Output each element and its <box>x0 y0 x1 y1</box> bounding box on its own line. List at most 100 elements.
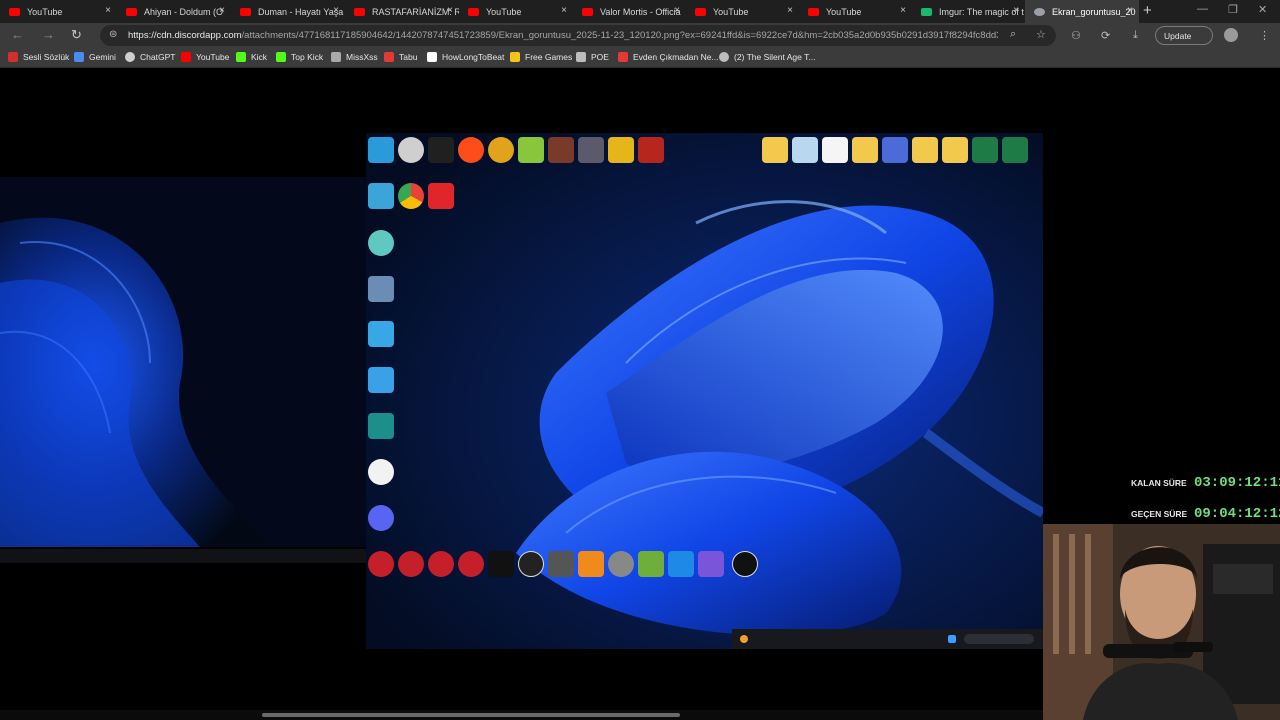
close-tab-icon[interactable]: × <box>674 5 680 16</box>
new-tab-plus-icon[interactable]: + <box>1143 2 1152 19</box>
bookmark-item[interactable]: Tabu <box>384 52 417 62</box>
search-icon[interactable] <box>964 634 1034 644</box>
desktop-icon[interactable] <box>398 551 424 589</box>
download-icon[interactable]: ⤓ <box>1133 29 1138 42</box>
browser-tab[interactable]: YouTube × <box>799 0 912 23</box>
close-tab-icon[interactable]: × <box>900 5 906 16</box>
bookmark-item[interactable]: Sesli Sözlük <box>8 52 69 62</box>
browser-tab[interactable]: YouTube × <box>686 0 799 23</box>
desktop-icon[interactable] <box>972 137 998 175</box>
desktop-icon[interactable] <box>942 137 968 175</box>
zoom-icon[interactable]: ⌕ <box>1010 28 1016 41</box>
desktop-icon[interactable] <box>398 183 424 221</box>
desktop-icon[interactable] <box>548 551 574 589</box>
minimize-icon[interactable]: — <box>1197 3 1208 15</box>
bookmark-icon <box>8 52 18 62</box>
desktop-icon[interactable] <box>578 551 604 589</box>
maximize-icon[interactable]: ❐ <box>1228 3 1238 16</box>
close-tab-icon[interactable]: × <box>105 5 111 16</box>
extensions-icon[interactable]: ⚇ <box>1071 29 1081 42</box>
bookmark-item[interactable]: Kick <box>236 52 267 62</box>
reload-icon[interactable]: ↻ <box>71 27 82 43</box>
bookmark-item[interactable]: MissXss <box>331 52 378 62</box>
desktop-icon[interactable] <box>698 551 724 589</box>
desktop-icon[interactable] <box>912 137 938 175</box>
desktop-icon[interactable] <box>368 183 394 221</box>
browser-toolbar: ← → ↻ ⊜ https://cdn.discordapp.com/attac… <box>0 23 1280 48</box>
desktop-icon[interactable] <box>368 551 394 589</box>
bookmark-item[interactable]: Top Kick <box>276 52 323 62</box>
browser-tab[interactable]: Imgur: The magic of t × <box>912 0 1025 23</box>
forward-arrow-icon[interactable]: → <box>42 27 55 42</box>
desktop-icon[interactable] <box>792 137 818 175</box>
close-tab-icon[interactable]: × <box>447 5 453 16</box>
desktop-icon[interactable] <box>368 230 394 268</box>
horizontal-scrollbar[interactable] <box>0 710 1043 720</box>
desktop-icon[interactable] <box>762 137 788 175</box>
desktop-icon[interactable] <box>1002 137 1028 175</box>
game-launcher-icon <box>428 551 454 577</box>
browser-tab-active[interactable]: Ekran_goruntusu_20 × <box>1025 0 1139 23</box>
bookmark-item[interactable]: HowLongToBeat <box>427 52 504 62</box>
desktop-icon[interactable] <box>428 183 454 221</box>
bookmark-item[interactable]: (2) The Silent Age T... <box>719 52 815 62</box>
desktop-icon[interactable] <box>458 551 484 589</box>
screenshot-image[interactable] <box>0 133 1043 649</box>
browser-tab[interactable]: Valor Mortis - Officia × <box>573 0 686 23</box>
desktop-icon[interactable] <box>368 321 394 359</box>
desktop-icon[interactable] <box>488 551 514 589</box>
browser-tab[interactable]: YouTube × <box>459 0 573 23</box>
profile-avatar[interactable] <box>1224 28 1238 42</box>
close-window-icon[interactable]: ✕ <box>1258 3 1267 16</box>
desktop-icon[interactable] <box>578 137 604 175</box>
bookmark-item[interactable]: Gemini <box>74 52 116 62</box>
bookmark-item[interactable]: ChatGPT <box>125 52 175 62</box>
desktop-icon[interactable] <box>488 137 514 175</box>
desktop-icon[interactable] <box>368 137 394 175</box>
address-bar[interactable]: ⊜ https://cdn.discordapp.com/attachments… <box>100 25 1056 46</box>
update-button[interactable]: Update <box>1155 26 1213 45</box>
desktop-icon[interactable] <box>638 551 664 589</box>
scrollbar-thumb[interactable] <box>262 713 680 717</box>
start-icon[interactable] <box>948 635 956 643</box>
close-tab-icon[interactable]: × <box>1127 5 1133 16</box>
browser-tab[interactable]: Duman - Hayatı Yaşa × <box>231 0 345 23</box>
desktop-icon[interactable] <box>548 137 574 175</box>
desktop-icon[interactable] <box>368 459 394 497</box>
desktop-icon[interactable] <box>822 137 848 175</box>
desktop-icon[interactable] <box>368 413 394 451</box>
site-info-icon[interactable]: ⊜ <box>109 29 117 40</box>
browser-tab[interactable]: RASTAFARİANİZM: R × <box>345 0 459 23</box>
bookmark-item[interactable]: Evden Çıkmadan Ne... <box>618 52 719 62</box>
desktop-icon[interactable] <box>398 137 424 175</box>
desktop-icon[interactable] <box>668 551 694 589</box>
close-tab-icon[interactable]: × <box>219 5 225 16</box>
desktop-icon[interactable] <box>852 137 878 175</box>
close-tab-icon[interactable]: × <box>1013 5 1019 16</box>
close-tab-icon[interactable]: × <box>333 5 339 16</box>
bookmark-item[interactable]: Free Games <box>510 52 572 62</box>
desktop-icon[interactable] <box>608 137 634 175</box>
browser-tab[interactable]: YouTube × <box>0 0 117 23</box>
menu-dots-icon[interactable]: ⋮ <box>1259 29 1270 42</box>
desktop-icon[interactable] <box>458 137 484 175</box>
desktop-icon[interactable] <box>518 551 544 589</box>
desktop-icon[interactable] <box>368 367 394 405</box>
close-tab-icon[interactable]: × <box>561 5 567 16</box>
desktop-icon[interactable] <box>428 137 454 175</box>
desktop-icon[interactable] <box>518 137 544 175</box>
close-tab-icon[interactable]: × <box>787 5 793 16</box>
refresh-sync-icon[interactable]: ⟳ <box>1101 29 1110 42</box>
desktop-icon[interactable] <box>428 551 454 589</box>
bookmark-star-icon[interactable]: ☆ <box>1036 28 1046 41</box>
bookmark-item[interactable]: POE <box>576 52 609 62</box>
desktop-icon[interactable] <box>638 137 664 175</box>
desktop-icon[interactable] <box>882 137 908 175</box>
desktop-icon[interactable] <box>368 276 394 314</box>
desktop-icon[interactable] <box>732 551 758 589</box>
desktop-icon[interactable] <box>368 505 394 543</box>
back-arrow-icon[interactable]: ← <box>11 27 24 42</box>
browser-tab[interactable]: Ahiyan - Doldum (O × <box>117 0 231 23</box>
bookmark-item[interactable]: YouTube <box>181 52 229 62</box>
desktop-icon[interactable] <box>608 551 634 589</box>
